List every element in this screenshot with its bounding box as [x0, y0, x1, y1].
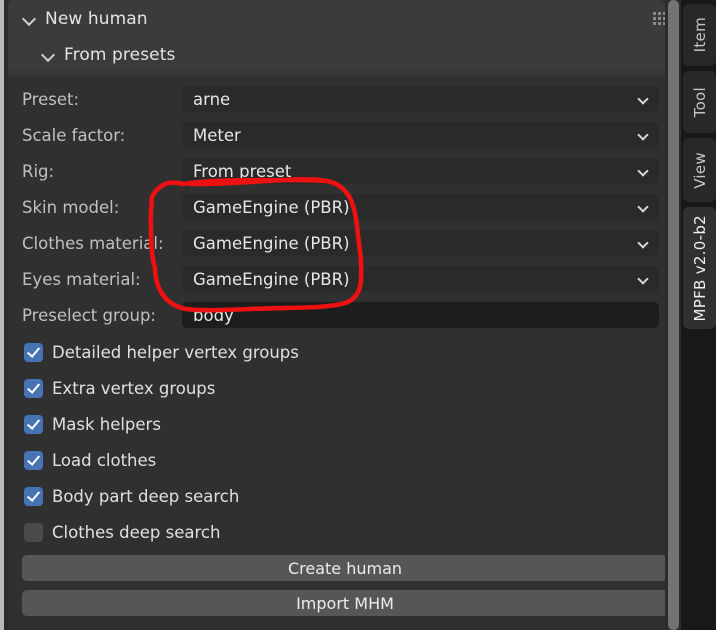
- eyes-material-dropdown[interactable]: GameEngine (PBR): [182, 266, 659, 292]
- tab-tool-label: Tool: [690, 86, 709, 118]
- property-label: Scale factor:: [22, 125, 126, 145]
- import-mhm-button-label: Import MHM: [296, 593, 394, 613]
- property-label: Eyes material:: [22, 269, 141, 289]
- property-label: Rig:: [22, 161, 55, 181]
- property-row-preselect-group: Preselect group: body: [8, 302, 665, 328]
- checkbox-load-clothes[interactable]: Load clothes: [24, 449, 156, 471]
- skin-model-dropdown-value: GameEngine (PBR): [193, 197, 350, 217]
- scale-factor-dropdown-value: Meter: [193, 125, 241, 145]
- checkbox-label: Mask helpers: [52, 414, 161, 434]
- create-human-button[interactable]: Create human: [22, 555, 668, 581]
- chevron-down-icon: [638, 203, 649, 214]
- clothes-material-dropdown[interactable]: GameEngine (PBR): [182, 230, 659, 256]
- preset-dropdown[interactable]: arne: [182, 86, 659, 112]
- chevron-down-icon: [638, 167, 649, 178]
- scale-factor-dropdown[interactable]: Meter: [182, 122, 659, 148]
- eyes-material-dropdown-value: GameEngine (PBR): [193, 269, 350, 289]
- sidebar-tab-column: Item Tool View MPFB v2.0-b2: [681, 0, 716, 630]
- checkbox-checked-icon: [24, 378, 43, 398]
- chevron-down-icon: [638, 275, 649, 286]
- checkbox-checked-icon: [24, 342, 43, 362]
- checkbox-clothes-deep-search[interactable]: Clothes deep search: [24, 521, 220, 543]
- checkbox-label: Extra vertex groups: [52, 378, 216, 398]
- panel-subsection-from-presets[interactable]: From presets: [41, 45, 175, 65]
- checkbox-label: Body part deep search: [52, 486, 240, 506]
- property-row-scale-factor: Scale factor: Meter: [8, 122, 665, 148]
- preset-dropdown-value: arne: [193, 89, 231, 109]
- preselect-group-value: body: [193, 305, 234, 325]
- vertical-scrollbar-thumb[interactable]: [668, 0, 679, 630]
- tab-tool[interactable]: Tool: [683, 71, 716, 133]
- property-row-skin-model: Skin model: GameEngine (PBR): [8, 194, 665, 220]
- property-row-eyes-material: Eyes material: GameEngine (PBR): [8, 266, 665, 292]
- skin-model-dropdown[interactable]: GameEngine (PBR): [182, 194, 659, 220]
- property-label: Clothes material:: [22, 233, 164, 253]
- checkbox-label: Clothes deep search: [52, 522, 221, 542]
- preselect-group-input[interactable]: body: [182, 302, 659, 328]
- checkbox-checked-icon: [24, 486, 43, 506]
- checkbox-unchecked-icon: [24, 522, 43, 542]
- checkbox-detailed-helper-vertex-groups[interactable]: Detailed helper vertex groups: [24, 341, 299, 363]
- import-mhm-button[interactable]: Import MHM: [22, 590, 668, 616]
- tab-view-label: View: [690, 151, 709, 189]
- rig-dropdown-value: From preset: [193, 161, 292, 181]
- tab-view[interactable]: View: [683, 138, 716, 202]
- panel-subsection-label: From presets: [64, 45, 176, 65]
- property-row-clothes-material: Clothes material: GameEngine (PBR): [8, 230, 665, 256]
- chevron-down-icon: [638, 95, 649, 106]
- panel-header: New human From presets: [8, 0, 671, 70]
- property-row-preset: Preset: arne: [8, 86, 665, 112]
- panel-header-divider: [8, 70, 665, 76]
- checkbox-label: Detailed helper vertex groups: [52, 342, 299, 362]
- property-label: Skin model:: [22, 197, 120, 217]
- checkbox-checked-icon: [24, 414, 43, 434]
- chevron-down-icon: [638, 239, 649, 250]
- chevron-down-icon: [638, 131, 649, 142]
- panel-body: New human From presets Preset: arne Scal…: [8, 0, 671, 630]
- property-label: Preselect group:: [22, 305, 156, 325]
- rig-dropdown[interactable]: From preset: [182, 158, 659, 184]
- panel-title: New human: [45, 9, 148, 29]
- panel-section-new-human[interactable]: New human: [22, 9, 148, 29]
- checkbox-extra-vertex-groups[interactable]: Extra vertex groups: [24, 377, 215, 399]
- create-human-button-label: Create human: [287, 558, 403, 578]
- checkbox-body-part-deep-search[interactable]: Body part deep search: [24, 485, 239, 507]
- checkbox-checked-icon: [24, 450, 43, 470]
- tab-mpfb[interactable]: MPFB v2.0-b2: [683, 207, 716, 329]
- tab-mpfb-label: MPFB v2.0-b2: [690, 214, 709, 322]
- property-row-rig: Rig: From preset: [8, 158, 665, 184]
- property-label: Preset:: [22, 89, 80, 109]
- clothes-material-dropdown-value: GameEngine (PBR): [193, 233, 350, 253]
- checkbox-mask-helpers[interactable]: Mask helpers: [24, 413, 161, 435]
- chevron-down-icon: [41, 47, 57, 63]
- tab-item[interactable]: Item: [683, 4, 716, 66]
- tab-item-label: Item: [690, 17, 709, 53]
- chevron-down-icon: [22, 11, 38, 27]
- checkbox-label: Load clothes: [52, 450, 157, 470]
- blender-properties-panel: New human From presets Preset: arne Scal…: [0, 0, 716, 630]
